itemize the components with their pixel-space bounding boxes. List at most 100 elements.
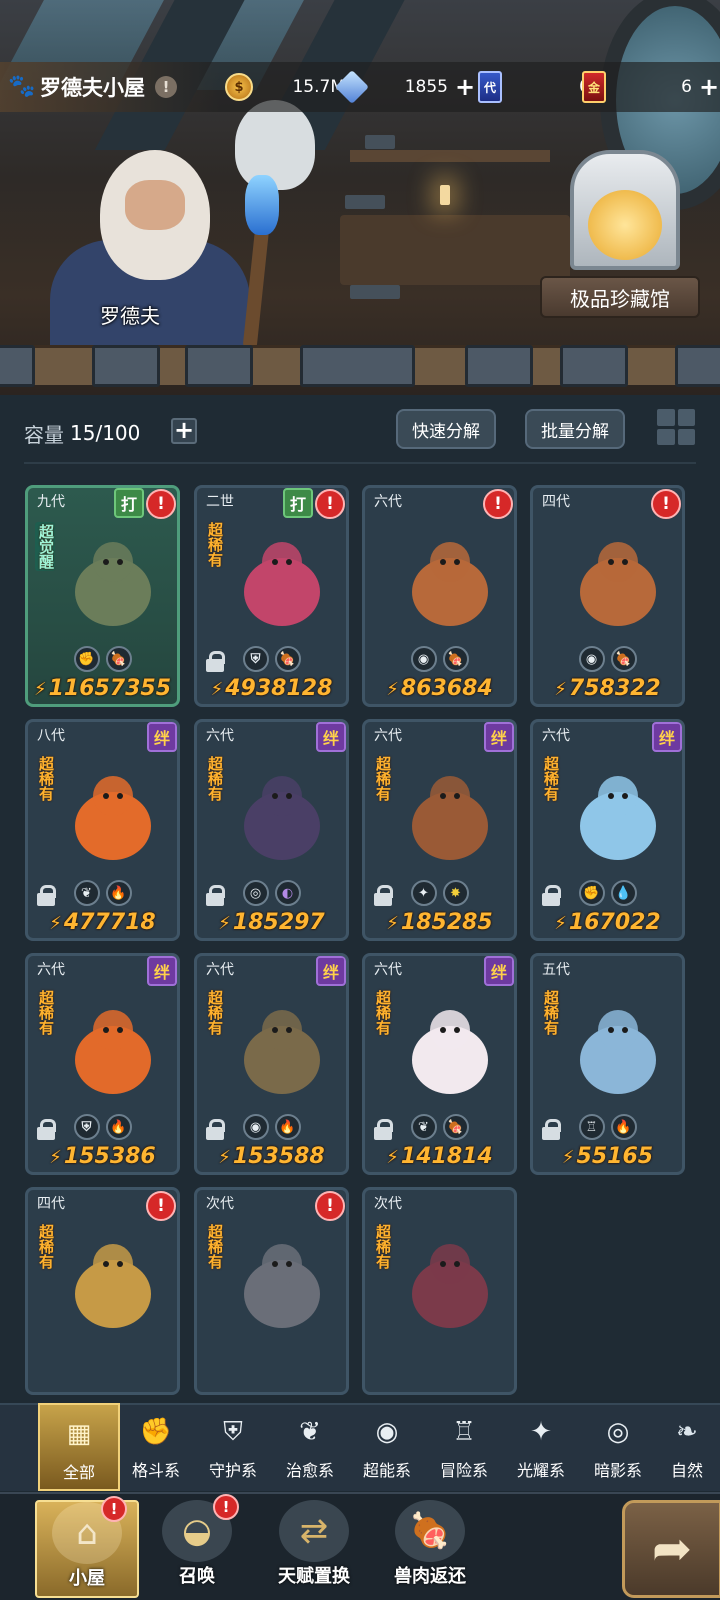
pet-card[interactable]: 四代! ◉ 🍖 ⚡758322 [530, 485, 685, 707]
museum-button[interactable]: 极品珍藏馆 [540, 276, 700, 318]
shield-icon: ⛨ [242, 646, 269, 672]
generation-label: 六代 [374, 728, 402, 744]
capacity-label: 容量 [24, 422, 64, 447]
power-number: 4938128 [225, 676, 333, 701]
rarity-label: 超稀有 [542, 990, 560, 1035]
nav-item[interactable]: ◒ 召唤! [145, 1494, 249, 1598]
power-icon: ⚡ [33, 679, 47, 700]
alert-icon: ! [213, 1494, 239, 1520]
category-tab[interactable]: ❦ 治愈系 [269, 1403, 351, 1491]
resource-bar: 🐾 罗德夫小屋 ! $ 15.7M 1855 + 代 0 金 6 + [0, 62, 720, 112]
alert-icon: ! [315, 489, 345, 519]
pet-card[interactable]: 次代! 超稀有 [194, 1187, 349, 1395]
type-icons: ⛨ 🔥 [28, 1114, 177, 1140]
nav-item[interactable]: ⌂ 小屋! [35, 1496, 139, 1598]
info-icon[interactable]: ! [155, 76, 177, 98]
meat-icon: 🍖 [442, 646, 469, 672]
creature-portrait [412, 776, 488, 860]
category-tab[interactable]: ⛨ 守护系 [192, 1403, 274, 1491]
creature-portrait [580, 776, 656, 860]
type-icons: ❦ 🍖 [365, 1114, 514, 1140]
generation-label: 二世 [206, 494, 234, 510]
capacity-value: 15/100 [70, 421, 141, 445]
category-tab[interactable]: ❧ 自然 [654, 1403, 720, 1491]
generation-label: 六代 [374, 494, 402, 510]
meat-icon: 🍖 [105, 646, 132, 672]
power-number: 185297 [232, 910, 325, 935]
category-tab[interactable]: ♖ 冒险系 [423, 1403, 505, 1491]
pet-card[interactable]: 八代 绊超稀有 ❦ 🔥 ⚡477718 [25, 719, 180, 941]
coin-icon: $ [225, 73, 253, 101]
book [345, 195, 385, 209]
ledge-block [92, 345, 160, 387]
power-number: 141814 [400, 1144, 493, 1169]
shield-icon: ⛨ [73, 1114, 100, 1140]
share-arrow-icon[interactable]: ➦ [622, 1500, 720, 1598]
coin-value: 15.7M [292, 77, 345, 97]
pet-card[interactable]: 五代 超稀有 ♖ 🔥 ⚡55165 [530, 953, 685, 1175]
generation-label: 六代 [374, 962, 402, 978]
creature-portrait [244, 776, 320, 860]
category-tab[interactable]: ✊ 格斗系 [115, 1403, 197, 1491]
crystal-add-button[interactable]: + [454, 75, 476, 99]
house-name: 罗德夫小屋 [40, 76, 145, 100]
type-icons: ✦ ✸ [365, 880, 514, 906]
power-value: ⚡477718 [28, 910, 177, 935]
power-icon: ⚡ [386, 913, 399, 934]
power-value: ⚡758322 [533, 676, 682, 701]
pet-card[interactable]: 二世 打! 超稀有 ⛨ 🍖 ⚡4938128 [194, 485, 349, 707]
pet-card[interactable]: 六代 绊超稀有 ✊ 💧 ⚡167022 [530, 719, 685, 941]
type-icons: ✊ 💧 [533, 880, 682, 906]
creature-portrait [244, 542, 320, 626]
quick-decompose-button[interactable]: 快速分解 [396, 409, 496, 449]
nav-label: 召唤 [179, 1566, 215, 1587]
nature-icon: ❧ [676, 1417, 698, 1447]
category-label: 冒险系 [439, 1461, 488, 1480]
category-tab[interactable]: ✦ 光耀系 [500, 1403, 582, 1491]
ledge-block [185, 345, 253, 387]
nav-item[interactable]: ⇄ 天赋置换 [262, 1500, 366, 1598]
candle [440, 185, 450, 205]
creature-portrait [75, 542, 151, 626]
batch-decompose-button[interactable]: 批量分解 [525, 409, 625, 449]
category-tab[interactable]: ▦ 全部 [38, 1403, 120, 1491]
pet-card[interactable]: 六代 绊超稀有 ✦ ✸ ⚡185285 [362, 719, 517, 941]
power-number: 55165 [576, 1144, 654, 1169]
crystal-resource: 1855 + [335, 62, 476, 112]
fist-icon: ✊ [578, 880, 605, 906]
rarity-label: 超觉醒 [35, 522, 55, 571]
power-value: ⚡167022 [533, 910, 682, 935]
category-label: 全部 [62, 1463, 95, 1482]
power-number: 758322 [568, 676, 661, 701]
power-icon: ⚡ [554, 679, 567, 700]
swap-icon: ⇄ [279, 1500, 349, 1562]
psychic-icon: ◉ [242, 1114, 269, 1140]
generation-label: 五代 [542, 962, 570, 978]
nav-item[interactable]: 🍖 兽肉返还 [378, 1500, 482, 1598]
rarity-label: 超稀有 [206, 990, 224, 1035]
ledge-block [0, 345, 35, 387]
pet-card[interactable]: 六代 绊超稀有 ❦ 🍖 ⚡141814 [362, 953, 517, 1175]
star-cross-icon: ✦ [410, 880, 437, 906]
pet-card[interactable]: 四代! 超稀有 [25, 1187, 180, 1395]
generation-label: 次代 [206, 1196, 234, 1212]
creature-portrait [412, 1010, 488, 1094]
capacity: 容量 15/100 [24, 418, 140, 448]
pet-card[interactable]: 九代 打! 超觉醒 ✊ 🍖 ⚡11657355 [25, 485, 180, 707]
pet-card[interactable]: 六代 绊超稀有 ◉ 🔥 ⚡153588 [194, 953, 349, 1175]
red-card-add-button[interactable]: + [698, 75, 720, 99]
pet-card[interactable]: 六代 绊超稀有 ◎ ◐ ⚡185297 [194, 719, 349, 941]
generation-label: 四代 [542, 494, 570, 510]
power-number: 167022 [568, 910, 661, 935]
category-label: 治愈系 [285, 1461, 334, 1480]
pet-card[interactable]: 六代! ◉ 🍖 ⚡863684 [362, 485, 517, 707]
ledge-block [675, 345, 720, 387]
grid-view-icon[interactable] [657, 409, 695, 445]
shield-icon: ⛨ [223, 1416, 243, 1447]
generation-label: 六代 [206, 728, 234, 744]
category-tab[interactable]: ◎ 暗影系 [577, 1403, 659, 1491]
capacity-add-button[interactable]: + [171, 418, 197, 444]
pet-card[interactable]: 六代 绊超稀有 ⛨ 🔥 ⚡155386 [25, 953, 180, 1175]
pet-card[interactable]: 次代 超稀有 [362, 1187, 517, 1395]
category-tab[interactable]: ◉ 超能系 [346, 1403, 428, 1491]
